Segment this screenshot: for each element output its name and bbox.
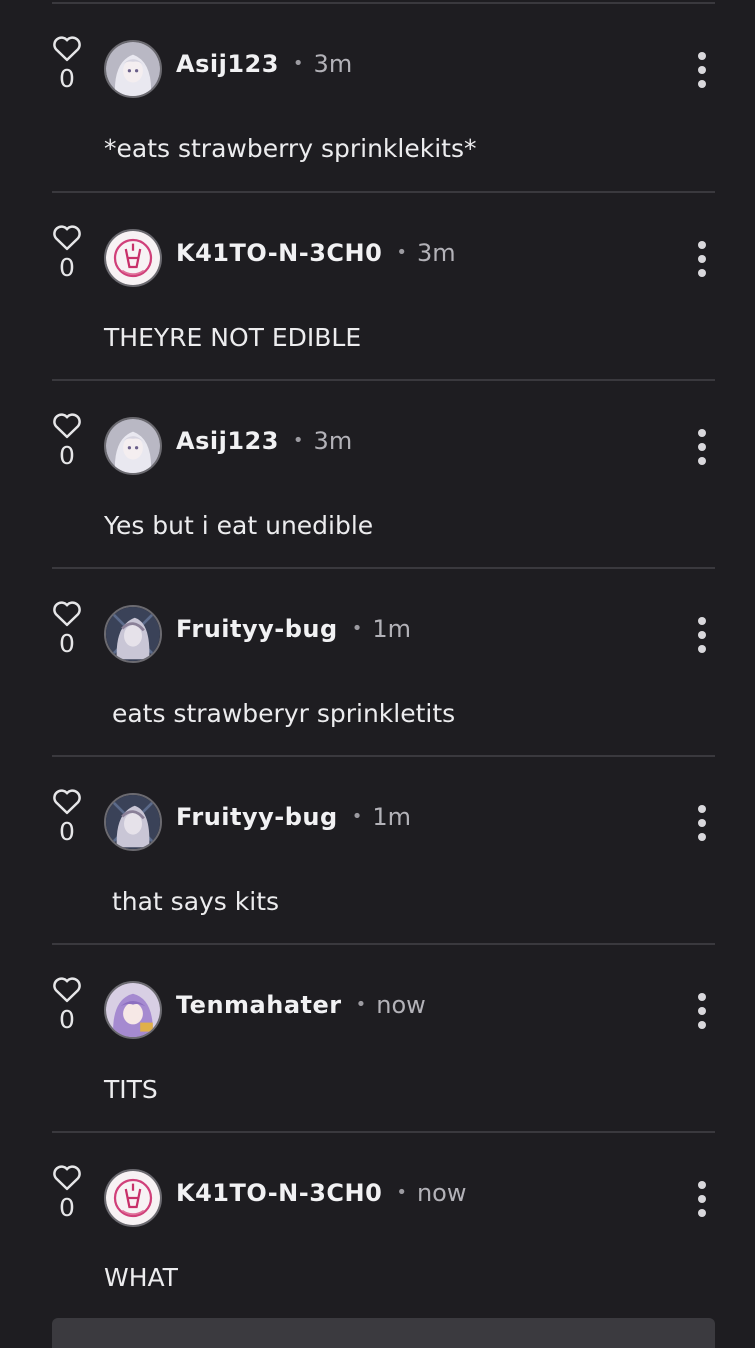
more-options-icon[interactable] — [695, 429, 709, 465]
heart-icon[interactable] — [52, 1163, 82, 1191]
username[interactable]: Tenmahater — [176, 993, 342, 1017]
username[interactable]: K41TO-N-3CH0 — [176, 1181, 382, 1205]
heart-icon[interactable] — [52, 34, 82, 62]
comment-text: eats strawberyr sprinkletits — [104, 699, 456, 728]
like-control[interactable]: 0 — [52, 975, 82, 1032]
like-control[interactable]: 0 — [52, 411, 82, 468]
like-count: 0 — [59, 629, 75, 658]
avatar[interactable] — [104, 40, 162, 98]
comment-item: 0 Fruityy-bug • 1m eats strawberyr sprin… — [52, 569, 715, 757]
more-options-icon[interactable] — [695, 241, 709, 277]
more-options-icon[interactable] — [695, 617, 709, 653]
separator-dot: • — [355, 994, 367, 1015]
more-options-icon[interactable] — [695, 805, 709, 841]
separator-dot: • — [396, 1182, 407, 1203]
timestamp: now — [376, 991, 426, 1019]
comment-text: that says kits — [104, 887, 280, 916]
pink-sketch-avatar-icon — [106, 1171, 160, 1225]
like-count: 0 — [59, 1005, 75, 1034]
username[interactable]: K41TO-N-3CH0 — [176, 241, 382, 265]
like-count: 0 — [59, 64, 75, 93]
avatar[interactable] — [104, 981, 162, 1039]
timestamp: 3m — [313, 427, 353, 455]
like-control[interactable]: 0 — [52, 34, 82, 91]
comment-meta: Asij123 • 3m — [176, 52, 352, 76]
comment-item: 0 Asij123 • 3m *eats strawberry sprinkle… — [52, 4, 715, 193]
comment-feed: 0 Asij123 • 3m *eats strawberry sprinkle… — [52, 0, 715, 1319]
comment-item: 0 Asij123 • 3m Yes but i eat unedible — [52, 381, 715, 569]
comment-item: 0 K41TO-N-3CH0 • 3m THEYRE NOT EDIBLE — [52, 193, 715, 381]
timestamp: now — [416, 1179, 467, 1207]
avatar[interactable] — [104, 1169, 162, 1227]
heart-icon[interactable] — [52, 411, 82, 439]
comment-meta: Fruityy-bug • 1m — [176, 617, 411, 641]
comment-text: TITS — [104, 1075, 158, 1104]
heart-icon[interactable] — [52, 975, 82, 1003]
comment-meta: Fruityy-bug • 1m — [176, 805, 411, 829]
comment-text: THEYRE NOT EDIBLE — [104, 323, 362, 352]
heart-icon[interactable] — [52, 223, 82, 251]
heart-icon[interactable] — [52, 599, 82, 627]
like-control[interactable]: 0 — [52, 1163, 82, 1220]
timestamp: 3m — [313, 50, 353, 78]
avatar[interactable] — [104, 229, 162, 287]
bottom-input-bar[interactable] — [52, 1318, 715, 1348]
like-count: 0 — [59, 441, 75, 470]
more-options-icon[interactable] — [695, 993, 709, 1029]
separator-dot: • — [396, 242, 407, 263]
comment-item: 0 Tenmahater • now TITS — [52, 945, 715, 1133]
dark-anime-avatar-icon — [106, 795, 160, 849]
username[interactable]: Fruityy-bug — [176, 617, 338, 641]
timestamp: 1m — [372, 615, 411, 643]
like-count: 0 — [59, 253, 75, 282]
comment-text: Yes but i eat unedible — [104, 511, 374, 540]
comment-meta: Asij123 • 3m — [176, 429, 352, 453]
comment-item: 0 K41TO-N-3CH0 • now WHAT — [52, 1133, 715, 1319]
separator-dot: • — [351, 618, 363, 639]
white-hair-avatar-icon — [106, 419, 160, 473]
white-hair-avatar-icon — [106, 42, 160, 96]
comment-text: *eats strawberry sprinklekits* — [104, 134, 477, 163]
avatar[interactable] — [104, 793, 162, 851]
comment-meta: K41TO-N-3CH0 • now — [176, 1181, 466, 1205]
avatar[interactable] — [104, 605, 162, 663]
dark-anime-avatar-icon — [106, 607, 160, 661]
heart-icon[interactable] — [52, 787, 82, 815]
avatar[interactable] — [104, 417, 162, 475]
comment-item: 0 Fruityy-bug • 1m that says kits — [52, 757, 715, 945]
purple-hair-avatar-icon — [106, 983, 160, 1037]
more-options-icon[interactable] — [695, 52, 709, 88]
more-options-icon[interactable] — [695, 1181, 709, 1217]
separator-dot: • — [351, 806, 363, 827]
like-control[interactable]: 0 — [52, 599, 82, 656]
username[interactable]: Fruityy-bug — [176, 805, 338, 829]
like-count: 0 — [59, 817, 75, 846]
username[interactable]: Asij123 — [176, 52, 279, 76]
like-count: 0 — [59, 1193, 75, 1222]
like-control[interactable]: 0 — [52, 223, 82, 280]
pink-sketch-avatar-icon — [106, 231, 160, 285]
comment-meta: K41TO-N-3CH0 • 3m — [176, 241, 456, 265]
timestamp: 3m — [416, 239, 456, 267]
separator-dot: • — [292, 430, 304, 451]
timestamp: 1m — [372, 803, 411, 831]
comment-meta: Tenmahater • now — [176, 993, 426, 1017]
username[interactable]: Asij123 — [176, 429, 279, 453]
separator-dot: • — [292, 53, 304, 74]
comment-text: WHAT — [104, 1263, 178, 1292]
like-control[interactable]: 0 — [52, 787, 82, 844]
